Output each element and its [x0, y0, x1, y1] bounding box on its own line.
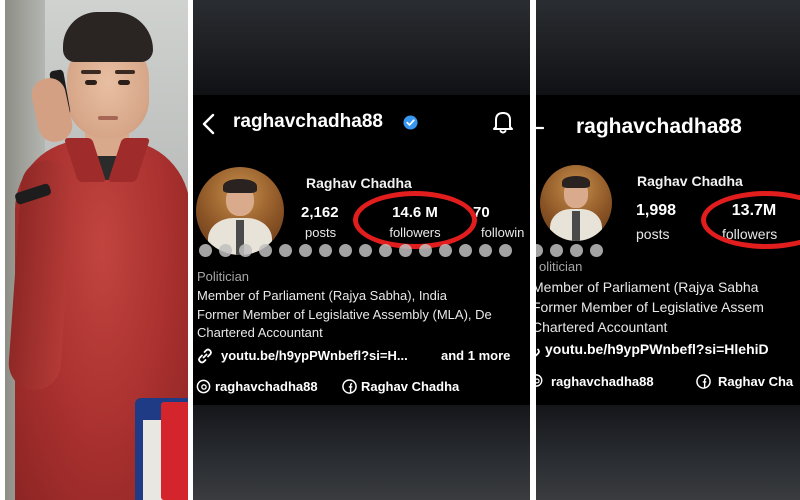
display-name: Raghav Chadha [637, 173, 743, 189]
display-name: Raghav Chadha [306, 175, 412, 191]
bio-line-3: Chartered Accountant [536, 319, 668, 335]
link-more[interactable]: and 1 more [441, 348, 510, 363]
posts-count[interactable]: 1,998 [636, 202, 690, 220]
mouth [98, 116, 118, 120]
profile-avatar[interactable] [196, 167, 284, 255]
bio-line-1: Member of Parliament (Rajya Sabha), Indi… [197, 288, 448, 303]
link-icon [198, 348, 212, 364]
posts-count[interactable]: 2,162 [301, 204, 355, 221]
profile-category: Politician [197, 269, 250, 284]
back-arrow-icon[interactable] [536, 125, 544, 131]
dotted-overlay [199, 244, 512, 257]
facebook-name[interactable]: Raghav Cha [718, 374, 793, 389]
profile-link[interactable]: youtu.be/h9ypPWnbefl?si=HlehiD [545, 341, 769, 357]
eyebrow-right [115, 70, 135, 74]
eye-left [85, 80, 97, 85]
dotted-overlay [536, 244, 603, 257]
blurred-footer [193, 405, 530, 500]
blurred-footer [536, 405, 800, 500]
posts-label: posts [305, 225, 337, 240]
verified-badge-icon [403, 115, 418, 130]
profile-avatar[interactable] [540, 165, 612, 241]
instagram-profile-panel-1: raghavchadha88 Raghav Chadha 2,162 posts… [193, 0, 530, 500]
facebook-name[interactable]: Raghav Chadha [361, 379, 459, 394]
eyebrow-left [81, 70, 101, 74]
bio-line-2: Former Member of Legislative Assem [536, 299, 764, 315]
threads-icon [536, 374, 543, 387]
profile-category: olitician [539, 259, 583, 274]
instagram-profile-panel-2: raghavchadha88 Raghav Chadha 1,998 posts… [536, 0, 800, 500]
eye-right [118, 80, 130, 85]
following-label: followin [481, 225, 525, 240]
facebook-icon [342, 379, 357, 394]
back-arrow-icon[interactable] [201, 113, 217, 135]
blurred-header [536, 0, 800, 95]
bio-line-2: Former Member of Legislative Assembly (M… [197, 307, 492, 322]
followers-highlight-ring [353, 191, 477, 249]
link-icon [536, 348, 540, 357]
posts-label: posts [636, 226, 670, 242]
profile-username: raghavchadha88 [233, 111, 383, 132]
hair [63, 12, 153, 62]
profile-screen: raghavchadha88 Raghav Chadha 2,162 posts… [193, 95, 530, 405]
red-folder [161, 402, 188, 500]
photo-panel [5, 0, 188, 500]
threads-handle[interactable]: raghavchadha88 [215, 379, 318, 394]
profile-screen: raghavchadha88 Raghav Chadha 1,998 posts… [536, 95, 800, 405]
profile-username: raghavchadha88 [576, 115, 742, 138]
facebook-icon [696, 374, 711, 389]
bio-line-1: Member of Parliament (Rajya Sabha [536, 279, 759, 295]
followers-highlight-ring [701, 191, 800, 249]
profile-link[interactable]: youtu.be/h9ypPWnbefl?si=H... [221, 348, 408, 363]
blurred-header [193, 0, 530, 95]
following-count[interactable]: 70 [473, 204, 513, 221]
threads-icon [196, 379, 211, 394]
threads-handle[interactable]: raghavchadha88 [551, 374, 654, 389]
bio-line-3: Chartered Accountant [197, 325, 323, 340]
notification-bell-icon[interactable] [491, 109, 515, 135]
